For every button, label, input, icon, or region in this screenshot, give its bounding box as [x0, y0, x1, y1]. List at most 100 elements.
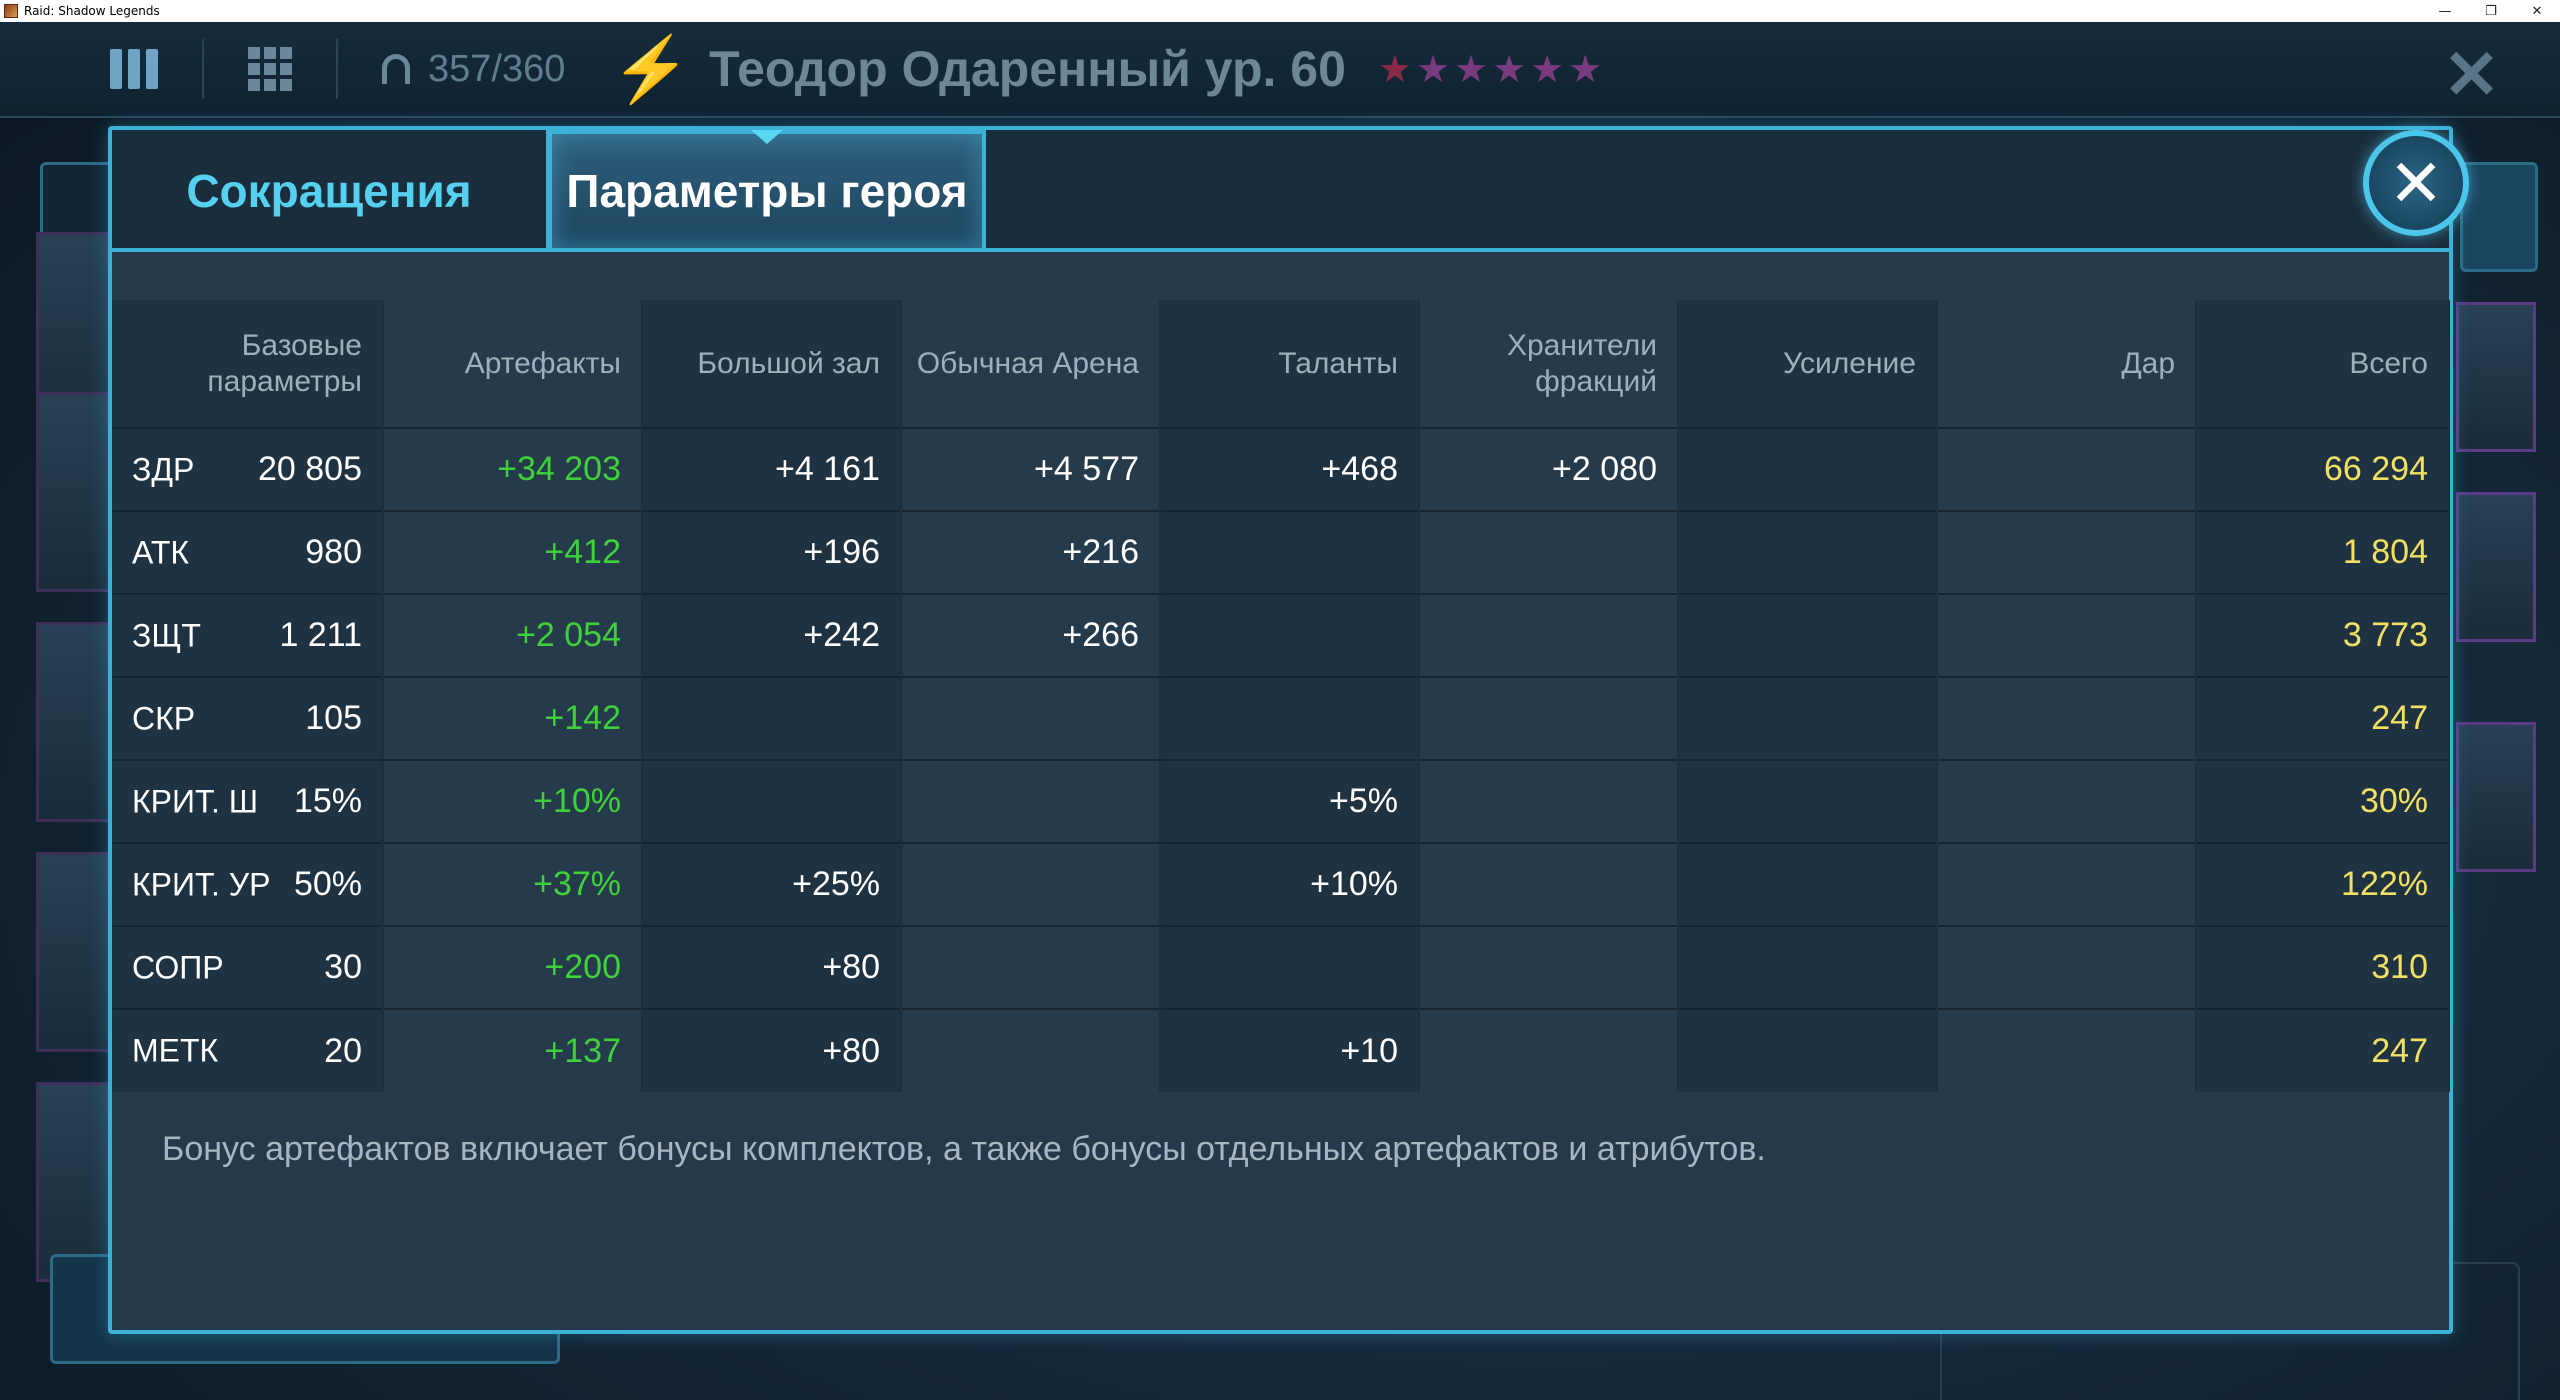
cell-talents — [1160, 510, 1420, 594]
topbar-divider — [336, 39, 338, 99]
table-header-row: Базовые параметры Артефакты Большой зал Обы… — [112, 300, 2450, 428]
cell-total: 310 — [2196, 925, 2450, 1009]
table-row: ЗЩТ 1 211 +2 054 +242 +266 3 773 — [112, 593, 2450, 677]
cell-gift — [1937, 925, 2197, 1009]
app-icon — [4, 4, 18, 18]
cell-arena — [901, 1008, 1161, 1092]
cell-talents: +10% — [1160, 842, 1420, 926]
energy-counter: 357/360 — [428, 47, 566, 90]
cell-arena: +4 577 — [901, 427, 1161, 511]
cell-base: МЕТК 20 — [112, 1008, 384, 1092]
table-column-header: Всего — [2196, 300, 2450, 428]
cell-artifacts: +412 — [383, 510, 643, 594]
stat-label: ЗДР — [132, 451, 195, 487]
game-topbar: 357/360 ⚡ Теодор Одаренный ур. 60 ★★★★★★… — [0, 22, 2560, 118]
cell-great-hall: +80 — [642, 925, 902, 1009]
modal-tabs: Сокращения Параметры героя — [112, 130, 2449, 252]
cell-faction-guardians — [1419, 925, 1679, 1009]
cell-arena — [901, 842, 1161, 926]
table-column-header: Хранители фракций — [1419, 300, 1679, 428]
background-close-icon[interactable]: ✕ — [2443, 36, 2500, 115]
cell-empower — [1678, 510, 1938, 594]
cell-talents: +468 — [1160, 427, 1420, 511]
cell-talents — [1160, 676, 1420, 760]
cell-empower — [1678, 842, 1938, 926]
window-close-button[interactable]: ✕ — [2514, 0, 2560, 22]
stats-table: Базовые параметры Артефакты Большой зал Обы… — [112, 300, 2450, 1092]
cell-empower — [1678, 925, 1938, 1009]
tab-abbreviations[interactable]: Сокращения — [112, 130, 548, 252]
cell-faction-guardians — [1419, 510, 1679, 594]
hero-stars: ★★★★★★ — [1378, 47, 1606, 92]
cell-great-hall — [642, 676, 902, 760]
cell-faction-guardians — [1419, 1008, 1679, 1092]
table-column-header: Обычная Арена — [901, 300, 1161, 428]
cell-arena — [901, 676, 1161, 760]
table-column-header: Большой зал — [642, 300, 902, 428]
artifact-bonus-footnote: Бонус артефактов включает бонусы комплек… — [162, 1130, 1766, 1168]
cell-base: СКР 105 — [112, 676, 384, 760]
base-value: 1 211 — [279, 616, 362, 654]
cell-total: 3 773 — [2196, 593, 2450, 677]
cell-arena: +216 — [901, 510, 1161, 594]
base-value: 15% — [293, 782, 362, 820]
tab-hero-params[interactable]: Параметры героя — [548, 130, 986, 252]
cell-artifacts: +142 — [383, 676, 643, 760]
table-row: МЕТК 20 +137 +80 +10 247 — [112, 1008, 2450, 1092]
window-title: Raid: Shadow Legends — [24, 4, 160, 18]
restore-button[interactable]: ❐ — [2468, 0, 2514, 22]
table-column-header: Дар — [1937, 300, 2197, 428]
cell-total: 1 804 — [2196, 510, 2450, 594]
cell-base: ЗЩТ 1 211 — [112, 593, 384, 677]
hero-stats-modal: Сокращения Параметры героя Базовые парам… — [108, 126, 2453, 1334]
cell-total: 247 — [2196, 676, 2450, 760]
cell-gift — [1937, 676, 2197, 760]
cell-total: 122% — [2196, 842, 2450, 926]
cell-empower — [1678, 676, 1938, 760]
close-icon: ✕ — [2388, 144, 2444, 222]
cell-base: СОПР 30 — [112, 925, 384, 1009]
cell-base: КРИТ. УР 50% — [112, 842, 384, 926]
stat-label: ЗЩТ — [132, 617, 201, 653]
table-column-header: Артефакты — [383, 300, 643, 428]
cell-total: 66 294 — [2196, 427, 2450, 511]
base-value: 105 — [305, 699, 362, 737]
cell-great-hall — [642, 759, 902, 843]
base-value: 50% — [293, 865, 362, 903]
stats-table-wrap: Базовые параметры Артефакты Большой зал Обы… — [112, 300, 2450, 1092]
stat-label: КРИТ. УР — [132, 866, 271, 902]
menu-bars-icon[interactable] — [110, 49, 158, 89]
window-controls: — ❐ ✕ — [2422, 0, 2560, 22]
modal-close-button[interactable]: ✕ — [2363, 130, 2469, 236]
stat-label: СКР — [132, 700, 196, 736]
background-item-card — [2456, 722, 2536, 872]
star-icon: ★ — [1377, 48, 1416, 91]
star-icon: ★★★★★ — [1415, 48, 1607, 91]
background-item-card — [2456, 492, 2536, 642]
cell-arena — [901, 925, 1161, 1009]
grid-icon[interactable] — [248, 47, 292, 91]
base-value: 20 805 — [258, 450, 362, 488]
cell-base: ЗДР 20 805 — [112, 427, 384, 511]
cell-great-hall: +80 — [642, 1008, 902, 1092]
cell-faction-guardians — [1419, 759, 1679, 843]
table-row: АТК 980 +412 +196 +216 1 804 — [112, 510, 2450, 594]
cell-base: КРИТ. Ш 15% — [112, 759, 384, 843]
cell-empower — [1678, 427, 1938, 511]
minimize-button[interactable]: — — [2422, 0, 2468, 22]
cell-total: 30% — [2196, 759, 2450, 843]
cell-artifacts: +10% — [383, 759, 643, 843]
table-column-header: Базовые параметры — [112, 300, 384, 428]
base-value: 20 — [324, 1031, 362, 1070]
cell-total: 247 — [2196, 1008, 2450, 1092]
cell-empower — [1678, 759, 1938, 843]
cell-gift — [1937, 427, 2197, 511]
stat-label: КРИТ. Ш — [132, 783, 259, 819]
hero-title: Теодор Одаренный ур. 60 — [709, 41, 1346, 97]
cell-base: АТК 980 — [112, 510, 384, 594]
cell-faction-guardians: +2 080 — [1419, 427, 1679, 511]
game-viewport: 357/360 ⚡ Теодор Одаренный ур. 60 ★★★★★★… — [0, 22, 2560, 1400]
cell-faction-guardians — [1419, 676, 1679, 760]
cell-great-hall: +25% — [642, 842, 902, 926]
base-value: 980 — [305, 533, 362, 571]
